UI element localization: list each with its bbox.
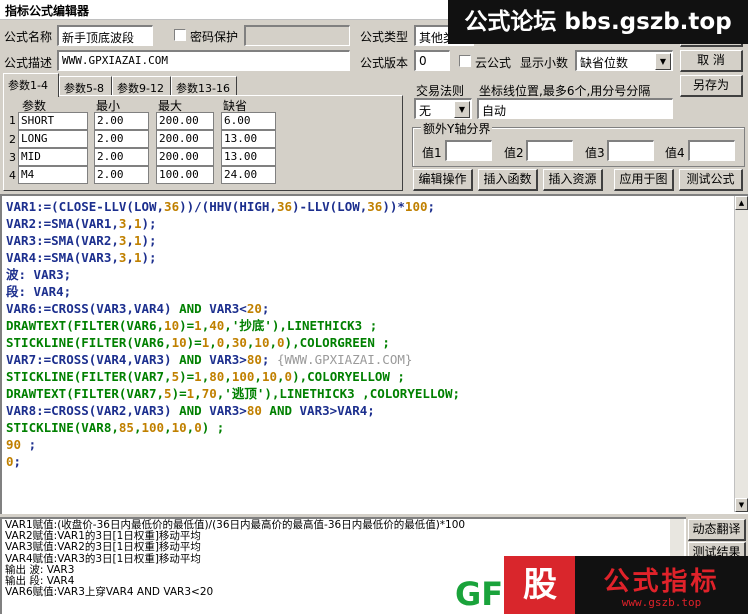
output-line: VAR3赋值:VAR2的3日[1日权重]移动平均: [5, 541, 201, 554]
code-line: VAR1:=(CLOSE-LLV(LOW,36))/(HHV(HIGH,36)-…: [6, 199, 436, 214]
code-line: VAR8:=CROSS(VAR2,VAR3) AND VAR3>80 AND V…: [6, 403, 375, 418]
test-formula-button[interactable]: 测试公式: [679, 169, 743, 191]
trade-rule-dropdown-icon[interactable]: ▼: [454, 101, 470, 118]
edit-operations-button[interactable]: 编辑操作: [413, 169, 473, 191]
insert-function-button[interactable]: 插入函数: [478, 169, 538, 191]
formula-type-label: 公式类型: [360, 30, 409, 44]
code-line: 段: VAR4;: [6, 284, 72, 299]
password-label: 密码保护: [190, 30, 239, 44]
code-line: 波: VAR3;: [6, 267, 72, 282]
param-min-cell[interactable]: 2.00: [94, 130, 149, 148]
param-max-cell[interactable]: 200.00: [156, 130, 214, 148]
param-default-cell[interactable]: 6.00: [221, 112, 276, 130]
code-line: VAR4:=SMA(VAR3,3,1);: [6, 250, 157, 265]
extra-y-axis-title: 额外Y轴分界: [421, 120, 493, 137]
param-default-cell[interactable]: 24.00: [221, 166, 276, 184]
code-line: VAR7:=CROSS(VAR4,VAR3) AND VAR3>80; {WWW…: [6, 352, 413, 367]
axis-lines-input[interactable]: 自动: [477, 98, 673, 119]
formula-name-input[interactable]: 新手顶底波段: [57, 25, 153, 46]
y-value1-label: 值1: [422, 146, 442, 160]
formula-name-label: 公式名称: [4, 30, 53, 44]
code-line: VAR3:=SMA(VAR2,3,1);: [6, 233, 157, 248]
decimals-value: 缺省位数: [580, 56, 629, 70]
editor-scrollbar[interactable]: ▲ ▼: [734, 196, 748, 512]
password-input[interactable]: [244, 25, 350, 46]
tab-params-13-16[interactable]: 参数13-16: [171, 76, 237, 96]
formula-desc-label: 公式描述: [4, 56, 53, 70]
cancel-button[interactable]: 取 消: [680, 50, 743, 72]
code-editor[interactable]: VAR1:=(CLOSE-LLV(LOW,36))/(HHV(HIGH,36)-…: [0, 194, 748, 514]
param-min-cell[interactable]: 2.00: [94, 148, 149, 166]
code-line: DRAWTEXT(FILTER(VAR6,10)=1,40,'抄底'),LINE…: [6, 318, 378, 333]
param-row-index: 2: [9, 133, 16, 146]
apply-to-chart-button[interactable]: 应用于图: [614, 169, 674, 191]
save-as-button[interactable]: 另存为: [680, 75, 743, 97]
tab-params-9-12[interactable]: 参数9-12: [112, 76, 171, 96]
param-max-cell[interactable]: 200.00: [156, 148, 214, 166]
axis-lines-label: 坐标线位置,最多6个,用分号分隔: [479, 84, 651, 98]
param-max-cell[interactable]: 200.00: [156, 112, 214, 130]
param-name-cell[interactable]: SHORT: [18, 112, 88, 130]
code-line: STICKLINE(VAR8,85,100,10,0) ;: [6, 420, 225, 435]
code-line: STICKLINE(FILTER(VAR7,5)=1,80,100,10,0),…: [6, 369, 405, 384]
insert-resource-button[interactable]: 插入资源: [543, 169, 603, 191]
y-value4-input[interactable]: [688, 140, 735, 161]
param-name-cell[interactable]: M4: [18, 166, 88, 184]
brand-watermark-title: 公式指标: [603, 567, 720, 597]
tab-params-5-8[interactable]: 参数5-8: [59, 76, 112, 96]
param-default-cell[interactable]: 13.00: [221, 148, 276, 166]
trade-rule-value: 无: [419, 104, 432, 118]
param-max-cell[interactable]: 100.00: [156, 166, 214, 184]
formula-version-input[interactable]: 0: [414, 50, 450, 71]
trade-rule-label: 交易法则: [416, 84, 465, 98]
cloud-formula-checkbox[interactable]: [459, 55, 471, 67]
stock-logo-icon: 股: [504, 556, 576, 614]
code-line: VAR6:=CROSS(VAR3,VAR4) AND VAR3<20;: [6, 301, 270, 316]
param-row-index: 4: [9, 169, 16, 182]
dynamic-translate-button[interactable]: 动态翻译: [688, 519, 746, 541]
tab-params-1-4[interactable]: 参数1-4: [3, 73, 59, 97]
param-default-cell[interactable]: 13.00: [221, 130, 276, 148]
code-line: 0;: [6, 454, 22, 469]
gf-watermark: GF: [455, 575, 504, 613]
param-name-cell[interactable]: LONG: [18, 130, 88, 148]
decimals-label: 显示小数: [520, 56, 569, 70]
param-min-cell[interactable]: 2.00: [94, 166, 149, 184]
param-name-cell[interactable]: MID: [18, 148, 88, 166]
code-line: DRAWTEXT(FILTER(VAR7,5)=1,70,'逃顶'),LINET…: [6, 386, 461, 401]
y-value4-label: 值4: [665, 146, 685, 160]
scroll-down-icon[interactable]: ▼: [735, 498, 748, 512]
brand-watermark-url: www.gszb.top: [621, 596, 702, 609]
code-line: STICKLINE(FILTER(VAR6,10)=1,0,30,10,0),C…: [6, 335, 390, 350]
formula-version-label: 公式版本: [360, 56, 409, 70]
param-row-index: 3: [9, 151, 16, 164]
decimals-dropdown-icon[interactable]: ▼: [655, 53, 671, 70]
window-title: 指标公式编辑器: [5, 4, 90, 18]
brand-watermark: 公式指标 www.gszb.top: [575, 556, 748, 614]
password-checkbox[interactable]: [174, 29, 186, 41]
y-value1-input[interactable]: [445, 140, 492, 161]
y-value3-label: 值3: [585, 146, 605, 160]
code-line: 90 ;: [6, 437, 37, 452]
code-line: VAR2:=SMA(VAR1,3,1);: [6, 216, 157, 231]
formula-desc-input[interactable]: WWW.GPXIAZAI.COM: [57, 50, 350, 71]
y-value2-input[interactable]: [526, 140, 573, 161]
cloud-formula-label: 云公式: [475, 56, 512, 70]
forum-watermark: 公式论坛 bbs.gszb.top: [448, 0, 748, 44]
y-value3-input[interactable]: [607, 140, 654, 161]
param-row-index: 1: [9, 114, 16, 127]
scroll-up-icon[interactable]: ▲: [735, 196, 748, 210]
y-value2-label: 值2: [504, 146, 524, 160]
param-min-cell[interactable]: 2.00: [94, 112, 149, 130]
